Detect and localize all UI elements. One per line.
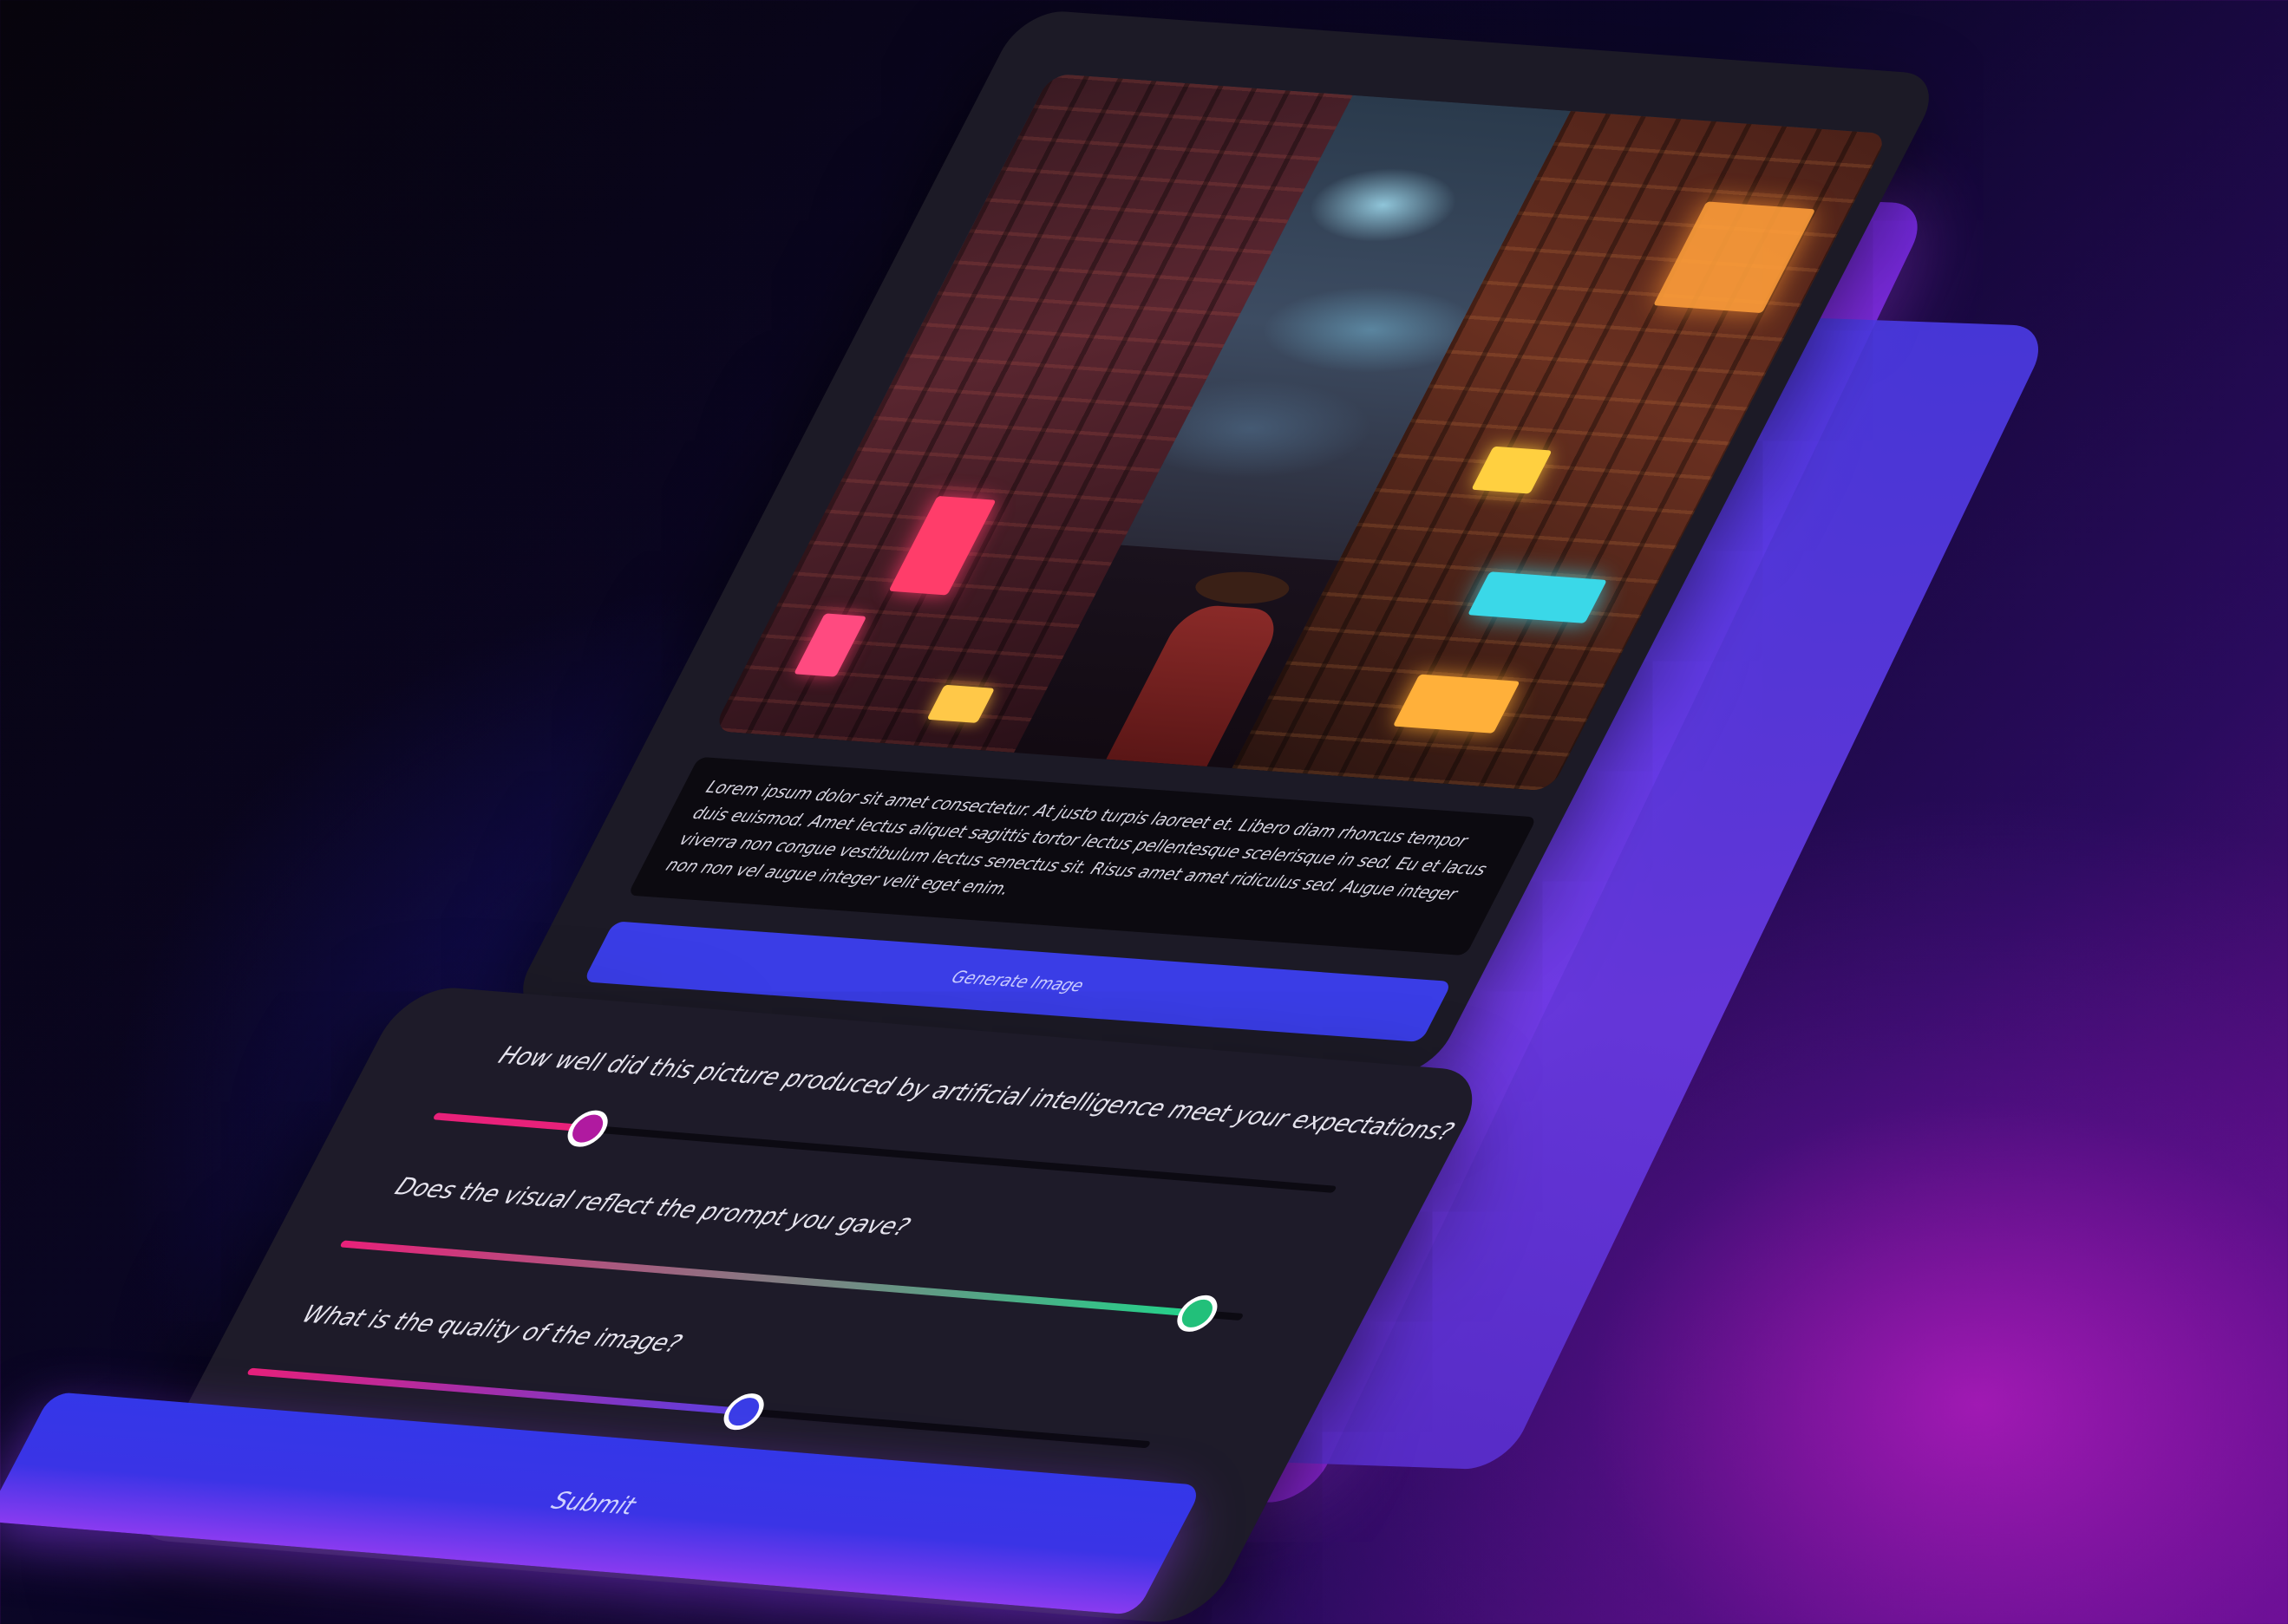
question-quality: What is the quality of the image? <box>297 1301 687 1359</box>
slider-thumb[interactable] <box>1170 1294 1225 1334</box>
slider-thumb[interactable] <box>716 1392 771 1432</box>
stage: Lorem ipsum dolor sit amet consectetur. … <box>0 0 2288 1624</box>
slider-prompt-match[interactable] <box>339 1240 1245 1334</box>
slider-fill <box>432 1112 590 1132</box>
prompt-description: Lorem ipsum dolor sit amet consectetur. … <box>627 756 1538 956</box>
question-prompt-match: Does the visual reflect the prompt you g… <box>389 1172 915 1242</box>
slider-thumb[interactable] <box>560 1109 615 1149</box>
slider-fill <box>246 1367 746 1416</box>
slider-fill <box>339 1240 1200 1317</box>
neon-sign <box>1467 571 1607 623</box>
figure-hat <box>1187 569 1297 607</box>
